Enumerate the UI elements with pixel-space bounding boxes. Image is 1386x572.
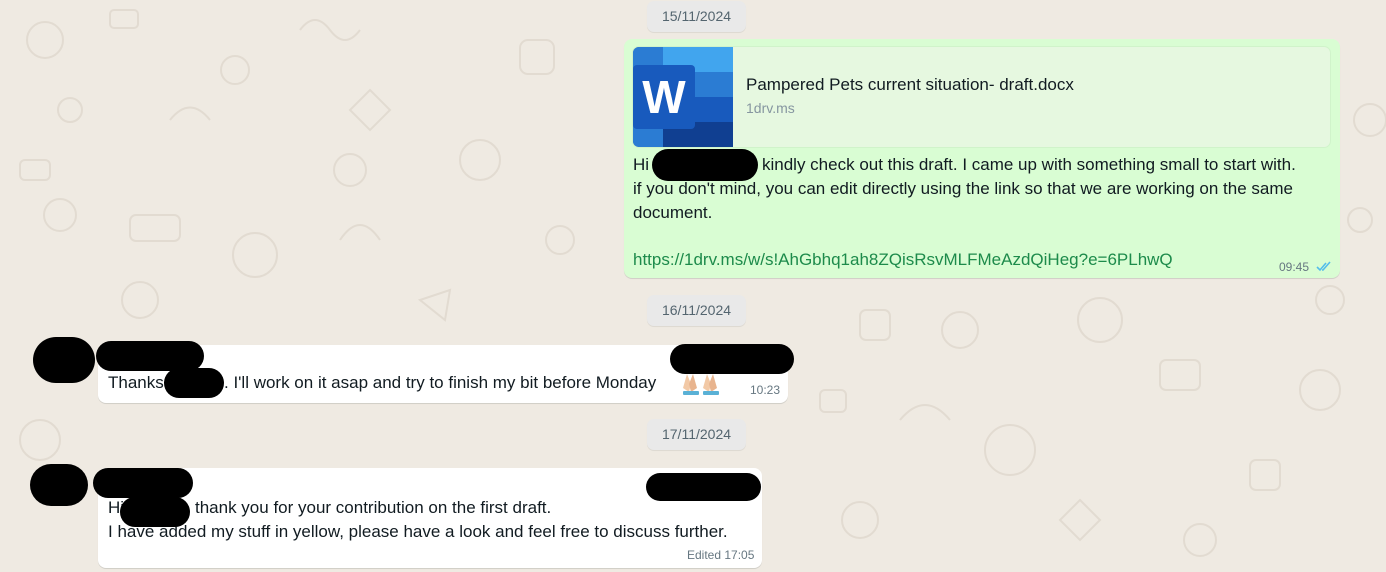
message-text-line: thank you for your contribution on the f… — [195, 498, 552, 517]
message-time: 10:23 — [750, 383, 781, 397]
message-text-line: document. — [633, 203, 713, 222]
link-preview-title: Pampered Pets current situation- draft.d… — [746, 75, 1074, 94]
word-document-icon: W — [633, 47, 733, 147]
date-separator: 17/11/2024 — [647, 419, 746, 450]
message-text-hi: Hi — [633, 155, 650, 174]
redacted-phone — [670, 344, 794, 374]
message-text-line: if you don't mind, you can edit directly… — [633, 179, 1293, 198]
outgoing-message-bubble[interactable]: W Pampered Pets current situation- draft… — [624, 39, 1340, 278]
redacted-avatar — [30, 464, 88, 506]
redacted-avatar — [33, 337, 95, 383]
date-separator: 16/11/2024 — [647, 295, 746, 326]
redacted-name — [120, 497, 190, 527]
redacted-sender-name — [93, 468, 193, 498]
message-text-line: kindly check out this draft. I came up w… — [762, 155, 1296, 174]
onedrive-link[interactable]: https://1drv.ms/w/s!AhGbhq1ah8ZQisRsvMLF… — [633, 248, 1173, 272]
redacted-name — [164, 368, 224, 398]
message-text-line: I have added my stuff in yellow, please … — [108, 522, 728, 541]
message-text-thanks: Thanks — [108, 373, 164, 392]
message-text-line: . I'll work on it asap and try to finish… — [224, 373, 657, 392]
message-time: 09:45 — [1279, 260, 1310, 274]
date-separator: 15/11/2024 — [647, 1, 746, 32]
link-preview-card[interactable]: W Pampered Pets current situation- draft… — [633, 47, 1330, 147]
redacted-sender-name — [96, 341, 204, 371]
link-preview-domain: 1drv.ms — [746, 100, 795, 116]
redacted-phone — [646, 473, 761, 501]
svg-text:W: W — [642, 71, 686, 123]
message-edited-time: Edited 17:05 — [687, 548, 755, 562]
read-double-check-icon — [1316, 261, 1331, 272]
praying-hands-emoji — [683, 374, 719, 395]
